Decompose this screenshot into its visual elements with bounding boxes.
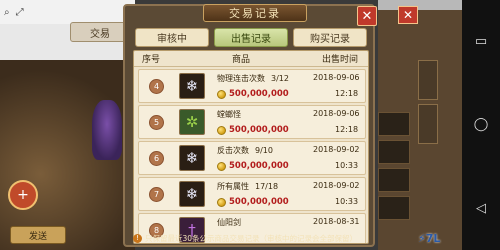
retention-notice: ! 只保留最近30条公示商品交易记录（审核中的记录会全部保留） <box>133 231 369 245</box>
header-item: 商品 <box>232 55 251 65</box>
sale-date: 2018-09-02 <box>313 181 360 190</box>
background-game-left: ⌕ ⤢ 交易 + 发送 <box>0 0 135 250</box>
sale-time: 10:33 <box>335 161 359 170</box>
recent-apps-icon[interactable]: ▭ <box>475 34 487 49</box>
back-icon[interactable]: ◁ <box>476 201 486 216</box>
info-icon: ! <box>133 233 142 243</box>
snowflake-orb-icon: ❄ <box>179 145 205 171</box>
tab-purchase-records[interactable]: 购买记录 <box>293 28 367 47</box>
avatar[interactable]: + <box>8 180 38 210</box>
background-close-icon[interactable]: ✕ <box>398 6 418 24</box>
inventory-slot-3[interactable] <box>378 168 410 192</box>
row-number: 6 <box>149 151 164 166</box>
background-topbar: ⌕ ⤢ <box>0 0 135 24</box>
sale-time: 10:33 <box>335 197 359 206</box>
table-row[interactable]: 5 ✲ 螳螂怪 500,000,000 2018-09-06 12:18 <box>138 105 366 139</box>
item-name: 仙阳剑 <box>217 218 241 227</box>
send-button[interactable]: 发送 <box>10 226 66 244</box>
sale-date: 2018-09-06 <box>313 73 360 82</box>
snowflake-orb-icon: ❄ <box>179 73 205 99</box>
item-price: 500,000,000 <box>217 89 289 99</box>
sale-date: 2018-09-02 <box>313 145 360 154</box>
background-tab-trade[interactable]: 交易 <box>70 22 130 42</box>
item-name: 物理连击次数 3/12 <box>217 74 289 83</box>
mantis-monster-icon: ✲ <box>179 109 205 135</box>
search-icon: ⌕ <box>4 6 10 18</box>
table-row[interactable]: 6 ❄ 反击次数 9/10 500,000,000 2018-09-02 10:3… <box>138 141 366 175</box>
row-number: 7 <box>149 187 164 202</box>
system-nav-bar: ▭ ◯ ◁ <box>462 0 500 250</box>
table-row[interactable]: 4 ❄ 物理连击次数 3/12 500,000,000 2018-09-06 12… <box>138 69 366 103</box>
item-price: 500,000,000 <box>217 161 289 171</box>
retention-notice-text: 只保留最近30条公示商品交易记录（审核中的记录会全部保留） <box>145 233 358 243</box>
side-button-1[interactable] <box>418 60 438 100</box>
row-number: 4 <box>149 79 164 94</box>
side-button-2[interactable] <box>418 104 438 144</box>
item-price: 500,000,000 <box>217 197 289 207</box>
close-icon[interactable]: ✕ <box>357 6 377 26</box>
expand-icon: ⤢ <box>15 6 24 18</box>
home-icon[interactable]: ◯ <box>474 117 489 132</box>
inventory-slot-2[interactable] <box>378 140 410 164</box>
tab-under-review[interactable]: 审核中 <box>135 28 209 47</box>
sale-time: 12:18 <box>335 125 359 134</box>
coin-icon <box>217 197 226 207</box>
record-tabs: 审核中 出售记录 购买记录 <box>135 28 367 48</box>
dialog-title: 交易记录 <box>203 4 307 22</box>
tab-sale-records[interactable]: 出售记录 <box>214 28 288 47</box>
item-name: 所有属性 17/18 <box>217 182 279 191</box>
table-header: 序号 商品 出售时间 <box>134 51 368 67</box>
coin-icon <box>217 125 226 135</box>
inventory-slot-4[interactable] <box>378 196 410 220</box>
row-number: 5 <box>149 115 164 130</box>
coin-icon <box>217 89 226 99</box>
header-no: 序号 <box>142 55 161 65</box>
table-row[interactable]: 7 ❄ 所有属性 17/18 500,000,000 2018-09-02 10:… <box>138 177 366 211</box>
watermark-logo: ⚡7L <box>418 232 441 245</box>
inventory-slot-1[interactable] <box>378 112 410 136</box>
item-name: 螳螂怪 <box>217 110 241 119</box>
sale-date: 2018-08-31 <box>313 217 360 226</box>
trade-record-dialog: 交易记录 ✕ 审核中 出售记录 购买记录 序号 商品 出售时间 4 ❄ 物理连击… <box>123 4 377 247</box>
sale-time: 12:18 <box>335 89 359 98</box>
snowflake-orb-icon: ❄ <box>179 181 205 207</box>
sale-date: 2018-09-06 <box>313 109 360 118</box>
coin-icon <box>217 161 226 171</box>
records-panel: 序号 商品 出售时间 4 ❄ 物理连击次数 3/12 500,000,000 20… <box>133 50 369 244</box>
header-time: 出售时间 <box>322 55 359 65</box>
item-name: 反击次数 9/10 <box>217 146 273 155</box>
item-price: 500,000,000 <box>217 125 289 135</box>
character-figure <box>92 100 122 160</box>
